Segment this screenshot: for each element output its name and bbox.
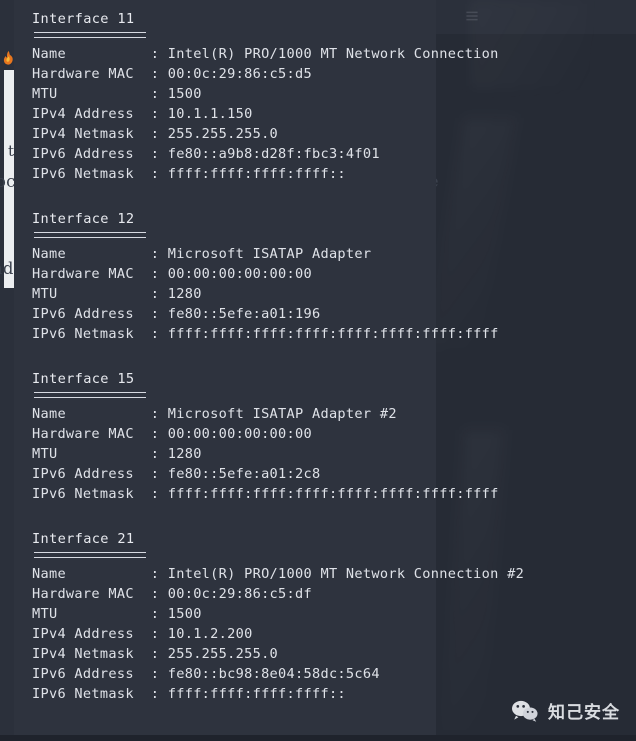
interface-field-row: Name : Microsoft ISATAP Adapter #2 [32, 406, 397, 422]
interface-field-row: MTU : 1500 [32, 606, 202, 622]
interface-title-underline [34, 392, 146, 398]
interface-field-row: MTU : 1500 [32, 86, 202, 102]
interface-field-row: MTU : 1280 [32, 446, 202, 462]
background-highlight-a [427, 118, 517, 348]
screenshot-root: occurred and the actions you performed j… [0, 0, 636, 741]
terminal-output-panel[interactable]: Interface 11 Name : Intel(R) PRO/1000 MT … [14, 0, 525, 741]
interface-field-row: IPv4 Netmask : 255.255.255.0 [32, 646, 279, 662]
interface-block: Interface 12 Name : Microsoft ISATAP Adap… [18, 208, 499, 344]
interface-field-row: IPv4 Address : 10.1.2.200 [32, 626, 253, 642]
interface-field-row: IPv6 Netmask : ffff:ffff:ffff:ffff:: [32, 166, 346, 182]
watermark: 知己安全 [511, 698, 620, 723]
interface-block: Interface 11 Name : Intel(R) PRO/1000 MT … [18, 8, 499, 184]
interface-field-row: Hardware MAC : 00:00:00:00:00:00 [32, 426, 312, 442]
interface-field-row: Name : Intel(R) PRO/1000 MT Network Conn… [32, 566, 525, 582]
firefox-icon [3, 50, 14, 65]
interface-field-row: IPv4 Address : 10.1.1.150 [32, 106, 253, 122]
wechat-icon [511, 699, 539, 723]
interface-field-row: IPv6 Netmask : ffff:ffff:ffff:ffff:ffff:… [32, 486, 499, 502]
bottom-edge-bar [0, 735, 636, 741]
interface-field-row: MTU : 1280 [32, 286, 202, 302]
interface-title: Interface 12 [32, 211, 135, 227]
interface-title: Interface 11 [32, 11, 135, 27]
interface-field-row: IPv6 Address : fe80::5efe:a01:2c8 [32, 466, 321, 482]
interface-field-row: IPv6 Address : fe80::5efe:a01:196 [32, 306, 321, 322]
background-highlight-c [470, 0, 590, 90]
interface-title-underline [34, 552, 146, 558]
interface-block: Interface 21 Name : Intel(R) PRO/1000 MT … [18, 528, 525, 704]
interface-field-row: IPv4 Netmask : 255.255.255.0 [32, 126, 279, 142]
watermark-label: 知己安全 [548, 703, 620, 723]
interface-field-row: IPv6 Netmask : ffff:ffff:ffff:ffff:ffff:… [32, 326, 499, 342]
interface-title: Interface 15 [32, 371, 135, 387]
interface-field-row: Hardware MAC : 00:0c:29:86:c5:d5 [32, 66, 312, 82]
interface-title-underline [34, 32, 146, 38]
terminal-text-area: Interface 11 Name : Intel(R) PRO/1000 MT … [14, 0, 525, 704]
interface-field-row: IPv6 Address : fe80::a9b8:d28f:fbc3:4f01 [32, 146, 380, 162]
interface-title-underline [34, 232, 146, 238]
interface-field-row: Hardware MAC : 00:00:00:00:00:00 [32, 266, 312, 282]
interface-block: Interface 15 Name : Microsoft ISATAP Adap… [18, 368, 499, 504]
interface-field-row: Name : Microsoft ISATAP Adapter [32, 246, 372, 262]
interface-field-row: Name : Intel(R) PRO/1000 MT Network Conn… [32, 46, 499, 62]
interface-field-row: IPv6 Netmask : ffff:ffff:ffff:ffff:: [32, 686, 346, 702]
interface-field-row: Hardware MAC : 00:0c:29:86:c5:df [32, 586, 312, 602]
interface-field-row: IPv6 Address : fe80::bc98:8e04:58dc:5c64 [32, 666, 380, 682]
interface-title: Interface 21 [32, 531, 135, 547]
